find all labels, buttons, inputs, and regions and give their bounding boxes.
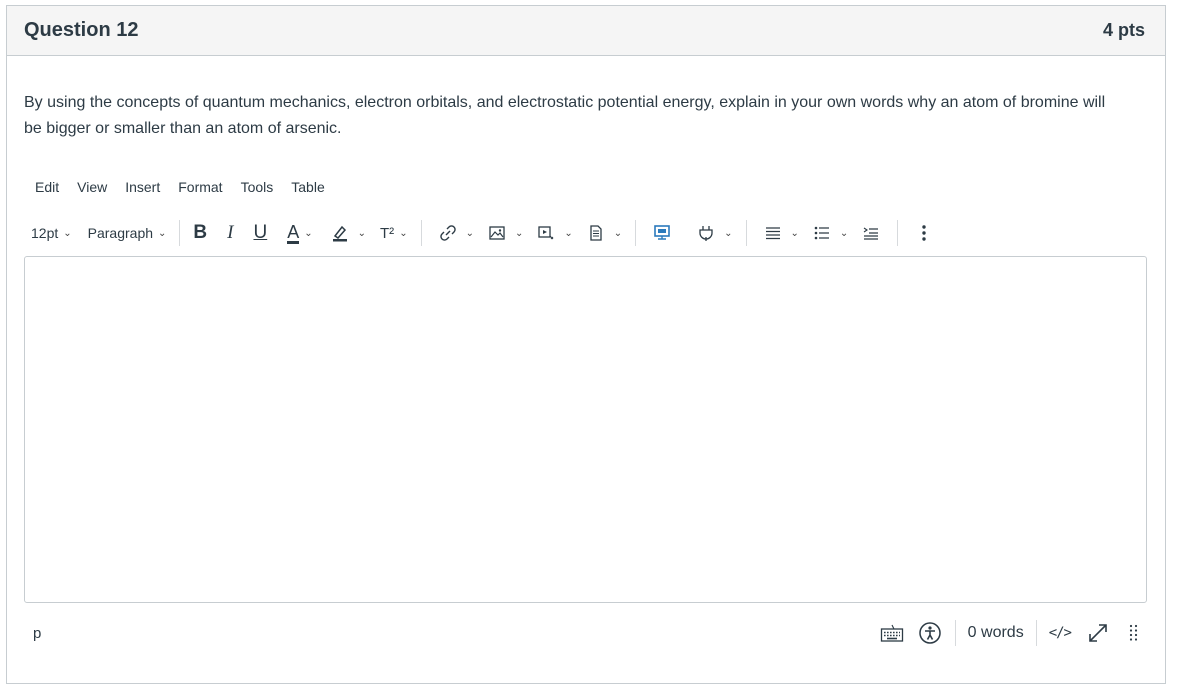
underline-icon: U — [253, 222, 268, 243]
superscript-button[interactable]: T² ⌄ — [375, 218, 413, 248]
image-icon — [484, 220, 510, 246]
align-button[interactable]: ⌄ — [755, 218, 804, 248]
toolbar-divider — [745, 220, 747, 246]
bold-icon: B — [193, 222, 208, 243]
accessibility-icon[interactable] — [917, 620, 943, 646]
chevron-down-icon: ⌄ — [724, 227, 733, 239]
question-text: By using the concepts of quantum mechani… — [24, 94, 1106, 137]
menu-view[interactable]: View — [68, 178, 116, 196]
question-card: Question 12 4 pts By using the concepts … — [6, 5, 1166, 684]
statusbar-right: 0 words </> — [879, 620, 1147, 646]
underline-button[interactable]: U — [248, 218, 272, 248]
embed-icon — [649, 220, 675, 246]
block-format-select[interactable]: Paragraph ⌄ — [83, 218, 172, 248]
menu-tools[interactable]: Tools — [232, 178, 283, 196]
toolbar-divider — [897, 220, 899, 246]
link-icon — [435, 220, 461, 246]
editor-statusbar: p 0 words </> — [24, 618, 1147, 648]
editor-menubar: Edit View Insert Format Tools Table — [26, 178, 334, 196]
chevron-down-icon: ⌄ — [465, 227, 474, 239]
more-vertical-icon — [911, 220, 937, 246]
bold-button[interactable]: B — [188, 218, 212, 248]
document-button[interactable]: ⌄ — [578, 218, 627, 248]
question-title: Question 12 — [24, 19, 139, 41]
image-button[interactable]: ⌄ — [479, 218, 528, 248]
block-format-value: Paragraph — [87, 225, 154, 241]
text-color-icon: A — [287, 221, 300, 244]
status-divider — [1035, 620, 1037, 646]
font-size-select[interactable]: 12pt ⌄ — [26, 218, 77, 248]
html-editor-toggle[interactable]: </> — [1049, 625, 1072, 641]
toolbar-divider — [635, 220, 637, 246]
highlighter-icon — [327, 220, 353, 246]
menu-table[interactable]: Table — [282, 178, 333, 196]
answer-editor[interactable] — [24, 256, 1147, 603]
toolbar-divider — [179, 220, 181, 246]
list-icon — [809, 220, 835, 246]
italic-button[interactable]: I — [222, 218, 238, 248]
highlight-color-button[interactable]: ⌄ — [322, 218, 371, 248]
word-count: 0 words — [967, 624, 1024, 641]
indent-button[interactable] — [853, 218, 889, 248]
fullscreen-icon[interactable] — [1085, 620, 1111, 646]
chevron-down-icon: ⌄ — [63, 227, 72, 239]
element-path[interactable]: p — [24, 625, 41, 642]
apps-plug-icon — [693, 220, 719, 246]
chevron-down-icon: ⌄ — [613, 227, 623, 239]
chevron-down-icon: ⌄ — [158, 227, 167, 239]
resize-handle-icon[interactable] — [1121, 620, 1147, 646]
apps-button[interactable]: ⌄ — [688, 218, 737, 248]
media-icon — [533, 220, 559, 246]
editor-toolbar: 12pt ⌄ Paragraph ⌄ B I U A ⌄ ⌄ T² ⌄ ⌄ ⌄ … — [26, 212, 1146, 254]
menu-edit[interactable]: Edit — [26, 178, 68, 196]
status-divider — [954, 620, 956, 646]
media-button[interactable]: ⌄ — [528, 218, 577, 248]
menu-insert[interactable]: Insert — [116, 178, 169, 196]
link-button[interactable]: ⌄ — [430, 218, 479, 248]
chevron-down-icon: ⌄ — [564, 227, 573, 239]
question-points: 4 pts — [1102, 20, 1145, 40]
chevron-down-icon: ⌄ — [357, 227, 367, 239]
list-button[interactable]: ⌄ — [804, 218, 853, 248]
chevron-down-icon: ⌄ — [399, 227, 408, 239]
indent-icon — [858, 220, 884, 246]
menu-format[interactable]: Format — [169, 178, 231, 196]
document-icon — [583, 220, 609, 246]
more-button[interactable] — [906, 218, 942, 248]
font-size-value: 12pt — [31, 225, 59, 241]
superscript-icon: T² — [380, 224, 395, 242]
align-icon — [760, 220, 786, 246]
text-color-button[interactable]: A ⌄ — [282, 218, 317, 248]
chevron-down-icon: ⌄ — [514, 227, 524, 239]
chevron-down-icon: ⌄ — [304, 227, 313, 239]
embed-button[interactable] — [644, 218, 680, 248]
toolbar-divider — [420, 220, 422, 246]
keyboard-icon[interactable] — [879, 620, 905, 646]
italic-icon: I — [227, 222, 234, 243]
chevron-down-icon: ⌄ — [790, 227, 799, 239]
chevron-down-icon: ⌄ — [839, 227, 849, 239]
question-header: Question 12 4 pts — [7, 6, 1165, 56]
